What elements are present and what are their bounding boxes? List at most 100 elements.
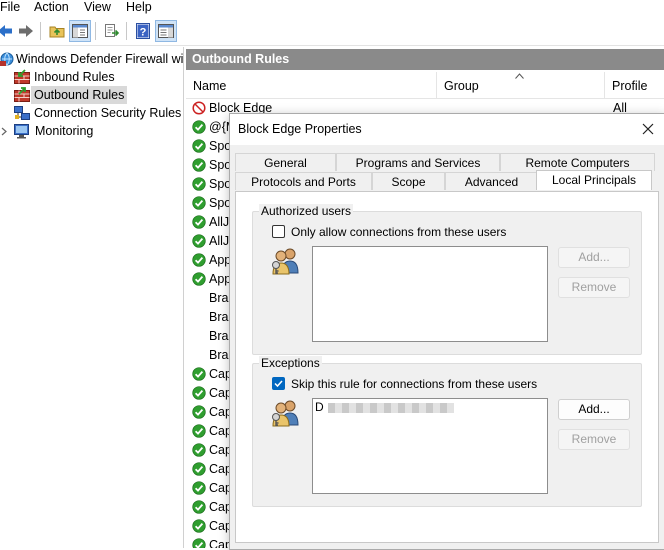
tab-label: Protocols and Ports (251, 175, 356, 189)
monitoring-icon (14, 123, 30, 139)
toolbar: ? (0, 17, 664, 46)
show-hide-action-pane-icon[interactable] (155, 20, 177, 42)
authorized-add-button[interactable]: Add... (558, 247, 630, 268)
toolbar-separator (40, 22, 41, 40)
checkbox-label: Skip this rule for connections from thes… (291, 377, 538, 391)
column-header-profile[interactable]: Profile (605, 72, 664, 98)
tab-label: Scope (391, 175, 426, 189)
help-icon[interactable]: ? (132, 20, 154, 42)
tree-item-label: Monitoring (35, 124, 94, 138)
list-item-prefix: D (315, 400, 324, 414)
checkbox-label: Only allow connections from these users (291, 225, 507, 239)
tab-scope[interactable]: Scope (372, 172, 445, 190)
allowed-check-icon (192, 367, 206, 381)
authorized-users-label: Authorized users (259, 204, 354, 218)
tab-local-principals[interactable]: Local Principals (536, 170, 652, 190)
sort-ascending-icon (515, 61, 524, 89)
allowed-check-icon (192, 120, 206, 134)
firewall-globe-icon (0, 51, 16, 67)
rule-name: AllJ (209, 215, 230, 229)
console-tree: Windows Defender Firewall with Inbound R… (0, 47, 184, 548)
authorized-remove-button[interactable]: Remove (558, 277, 630, 298)
blocked-icon (192, 101, 206, 115)
menu-file[interactable]: File (0, 0, 20, 14)
allowed-check-icon (192, 234, 206, 248)
allowed-check-icon (192, 158, 206, 172)
properties-dialog: Block Edge Properties General Programs a… (229, 113, 664, 550)
allowed-check-icon (192, 424, 206, 438)
back-arrow-icon[interactable] (0, 20, 16, 42)
menu-action[interactable]: Action (34, 0, 69, 14)
tab-label: Local Principals (551, 173, 637, 187)
svg-text:?: ? (140, 27, 147, 39)
column-headers: Name Group Profile (186, 72, 664, 99)
chevron-right-icon[interactable] (0, 123, 8, 139)
tree-item-label: Outbound Rules (31, 86, 128, 104)
checkmark-icon (274, 380, 283, 388)
toolbar-separator (126, 22, 127, 40)
menu-bar: File Action View Help (0, 0, 664, 16)
dialog-title: Block Edge Properties (238, 122, 362, 136)
tab-label: Programs and Services (355, 156, 481, 170)
tab-label: Remote Computers (525, 156, 630, 170)
export-list-icon[interactable] (101, 20, 123, 42)
skip-rule-checkbox[interactable] (272, 377, 285, 390)
menu-view[interactable]: View (84, 0, 111, 14)
allowed-check-icon (192, 272, 206, 286)
list-item[interactable]: D (315, 400, 455, 414)
rule-name: App (209, 272, 232, 286)
rule-name: Spo (209, 177, 232, 191)
allowed-check-icon (192, 177, 206, 191)
allowed-check-icon (192, 443, 206, 457)
allowed-check-icon (192, 519, 206, 533)
menu-help[interactable]: Help (126, 0, 152, 14)
users-icon (271, 397, 301, 427)
authorized-users-list[interactable] (312, 246, 548, 342)
tab-label: Advanced (464, 175, 519, 189)
exceptions-label: Exceptions (259, 356, 322, 370)
rule-name: Spo (209, 196, 232, 210)
column-header-name[interactable]: Name (186, 72, 437, 98)
column-header-label: Profile (612, 79, 648, 93)
allowed-check-icon (192, 405, 206, 419)
rule-name: App (209, 253, 232, 267)
column-header-label: Name (193, 79, 227, 93)
rule-name: AllJ (209, 234, 230, 248)
allowed-check-icon (192, 139, 206, 153)
rule-name: Spo (209, 139, 232, 153)
forward-arrow-icon[interactable] (15, 20, 37, 42)
close-icon[interactable] (637, 118, 659, 140)
tree-item-label: Windows Defender Firewall with (16, 52, 184, 66)
allowed-check-icon (192, 481, 206, 495)
column-header-group[interactable]: Group (437, 72, 605, 98)
allowed-check-icon (192, 253, 206, 267)
allowed-check-icon (192, 196, 206, 210)
tab-general[interactable]: General (235, 153, 336, 171)
up-folder-icon[interactable] (46, 20, 68, 42)
rule-name: Spo (209, 158, 232, 172)
only-allow-connections-checkbox[interactable] (272, 225, 285, 238)
column-header-label: Group (444, 79, 479, 93)
pane-header: Outbound Rules (186, 49, 664, 70)
tab-protocols-and-ports[interactable]: Protocols and Ports (235, 172, 372, 190)
pane-title: Outbound Rules (192, 52, 290, 66)
allowed-check-icon (192, 386, 206, 400)
show-hide-console-tree-icon[interactable] (69, 20, 91, 42)
users-icon (271, 245, 301, 275)
tab-programs-and-services[interactable]: Programs and Services (336, 153, 500, 171)
redacted-username (328, 402, 455, 413)
toolbar-separator (95, 22, 96, 40)
allowed-check-icon (192, 462, 206, 476)
outbound-rules-icon (14, 87, 30, 103)
tree-item-label: Connection Security Rules (34, 106, 182, 120)
tab-label: General (264, 156, 307, 170)
allowed-check-icon (192, 500, 206, 514)
tab-remote-computers[interactable]: Remote Computers (500, 153, 655, 171)
tab-advanced[interactable]: Advanced (445, 172, 538, 190)
exceptions-add-button[interactable]: Add... (558, 399, 630, 420)
connection-security-icon (14, 105, 30, 121)
exceptions-users-list[interactable]: D (312, 398, 548, 494)
dialog-titlebar: Block Edge Properties (230, 114, 664, 145)
exceptions-remove-button[interactable]: Remove (558, 429, 630, 450)
inbound-rules-icon (14, 69, 30, 85)
